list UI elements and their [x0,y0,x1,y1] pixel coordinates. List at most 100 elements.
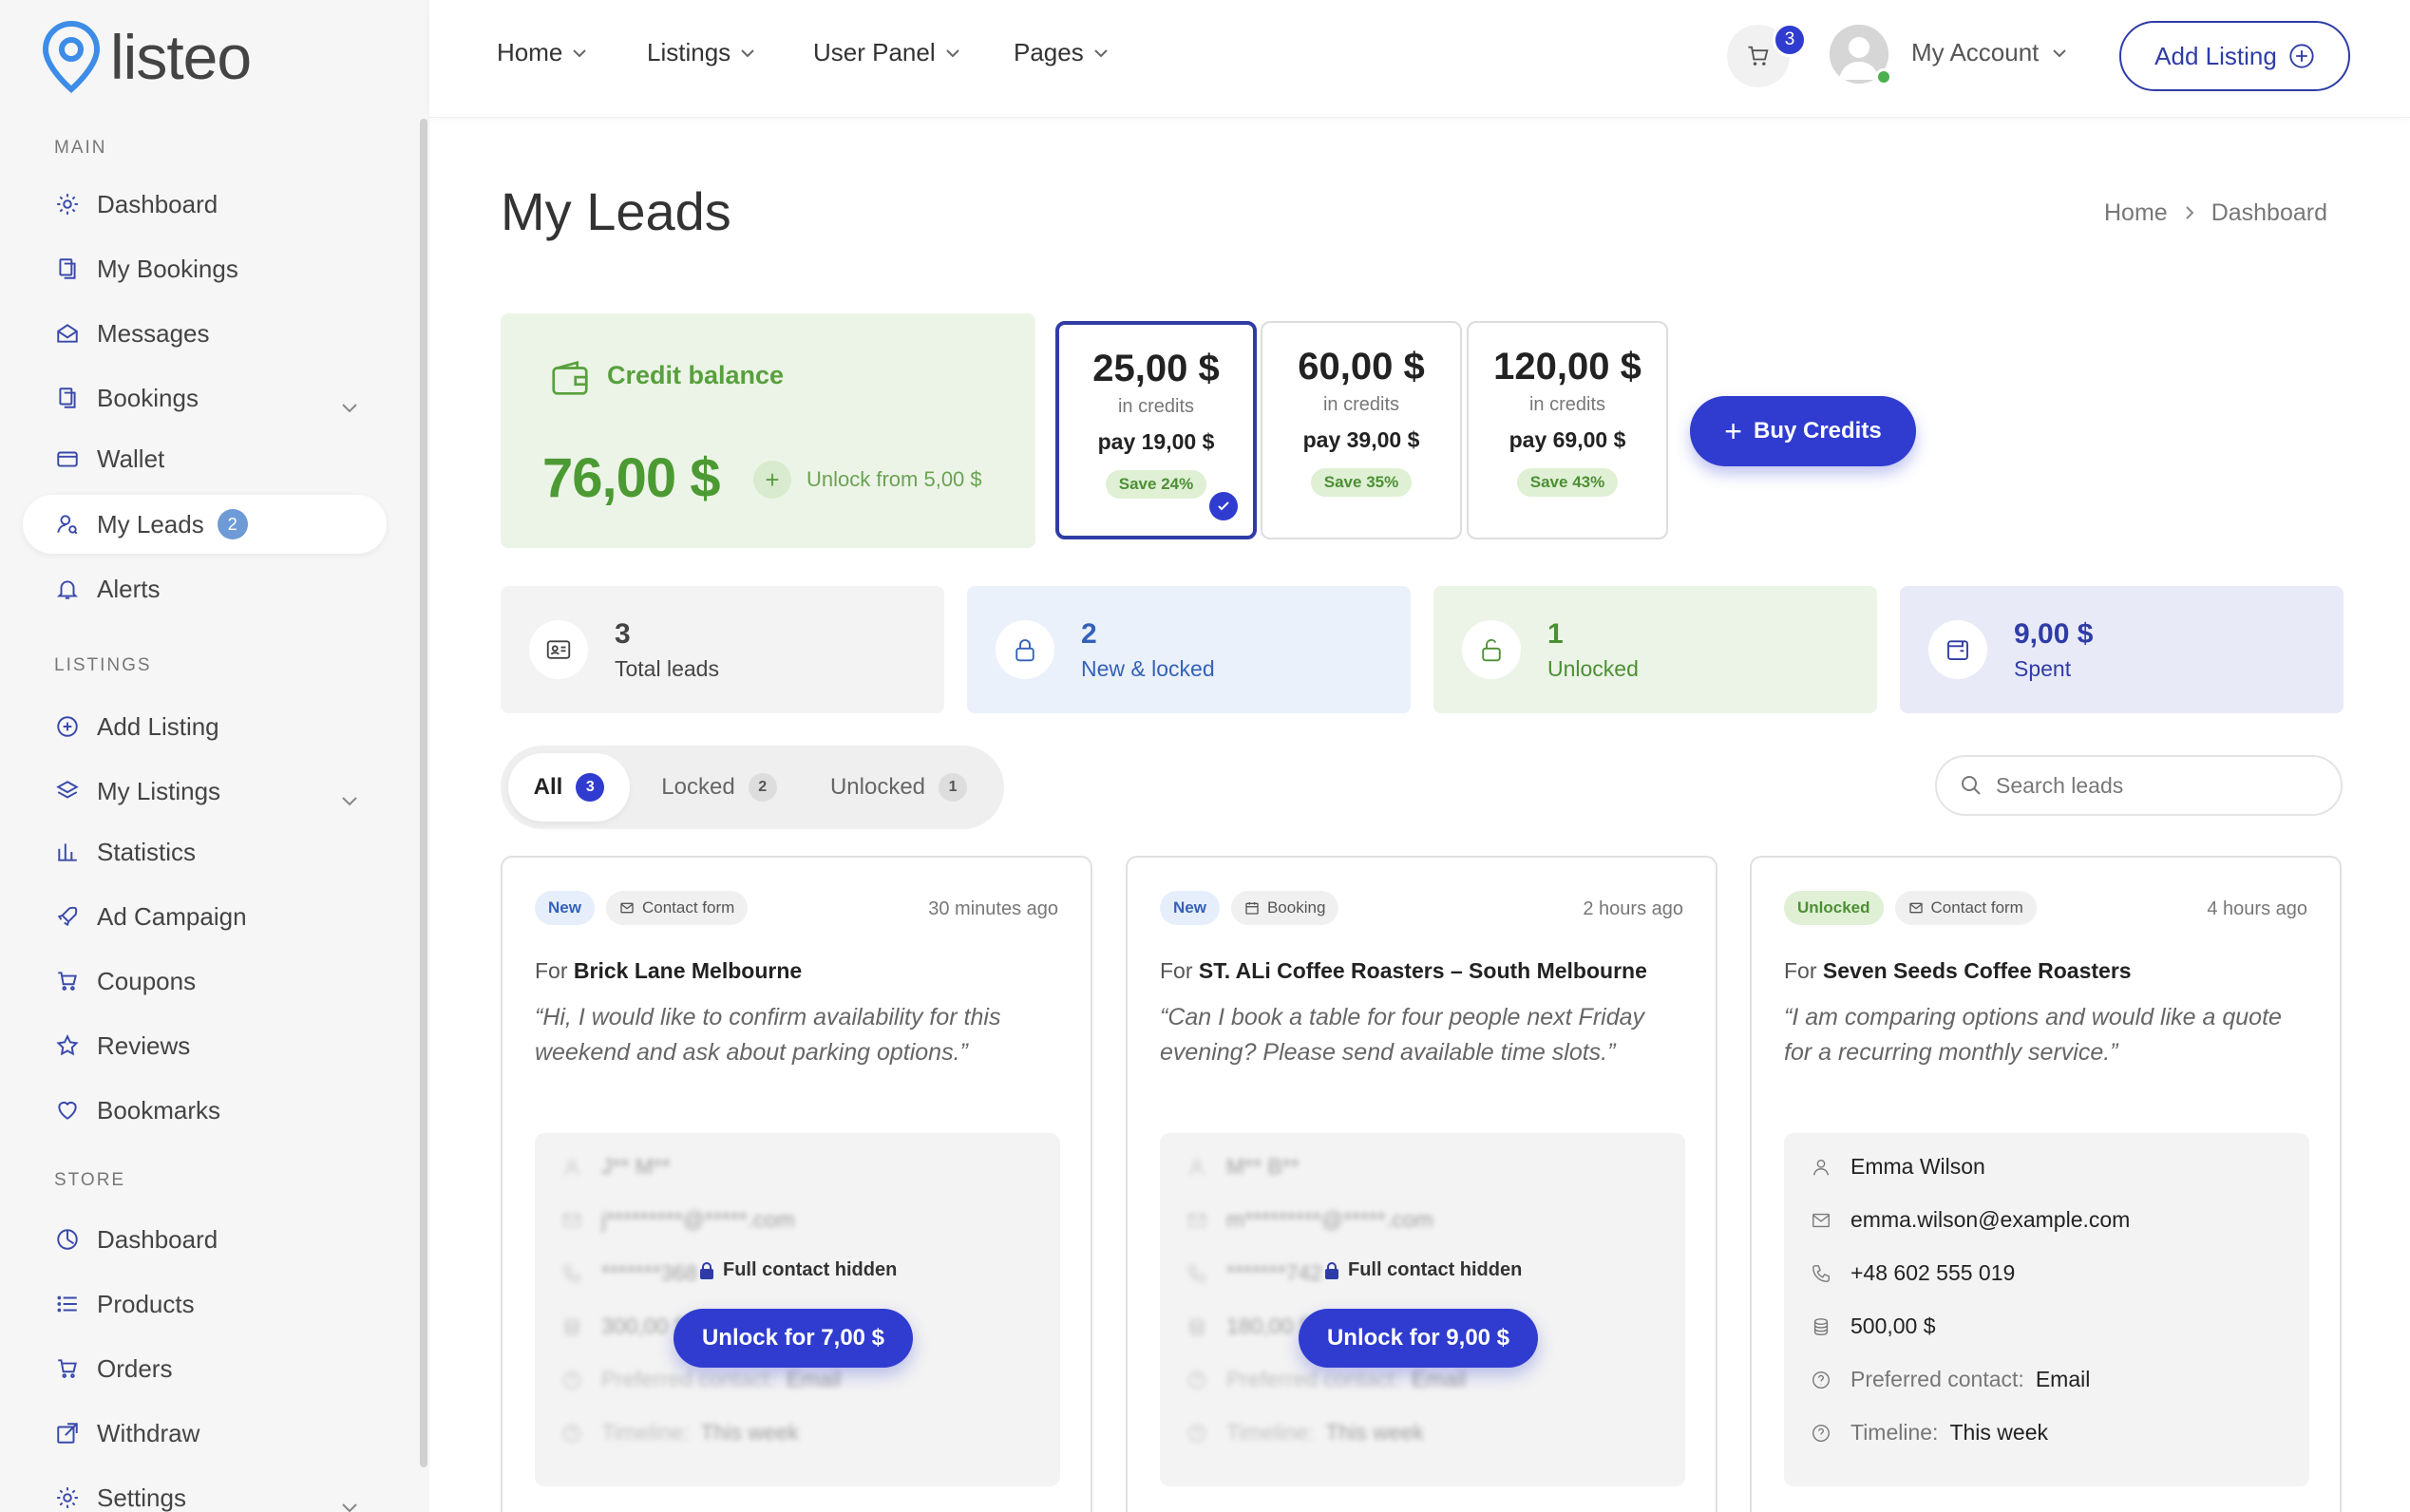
lead-listing-name[interactable]: Brick Lane Melbourne [574,958,802,983]
package-price: pay 39,00 $ [1302,427,1420,452]
sidebar-item-my-listings[interactable]: My Listings [23,762,387,821]
sidebar-item-my-bookings[interactable]: My Bookings [23,239,387,298]
logo[interactable]: listeo [42,19,252,95]
search-leads-input[interactable]: Search leads [1935,755,2343,816]
lead-listing-name[interactable]: ST. ALi Coffee Roasters – South Melbourn… [1199,958,1647,983]
section-store-heading: STORE [54,1170,126,1190]
contact-name[interactable]: Emma Wilson [1811,1154,1985,1180]
package-credits-label: in credits [1528,394,1606,415]
lead-card[interactable]: New Booking 2 hours ago For ST. ALi Coffee … [1126,856,1717,1512]
question-circle-icon [1812,1370,1830,1389]
nav-home[interactable]: Home [497,38,587,67]
sidebar-item-statistics[interactable]: Statistics [23,822,387,881]
chevron-down-icon [342,1503,357,1512]
nav-user-panel[interactable]: User Panel [813,38,960,67]
nav-listings-label: Listings [647,38,731,66]
lock-icon [996,620,1054,679]
sidebar-item-label: Ad Campaign [97,901,247,931]
contact-phone-value: *******742 [1226,1260,1323,1285]
lead-type-badge: Contact form [605,891,749,925]
expand-chevron[interactable] [341,1491,358,1512]
tab-unlocked[interactable]: Unlocked 1 [808,753,989,822]
sidebar-item-bookmarks[interactable]: Bookmarks [23,1081,387,1140]
lead-message: “Hi, I would like to confirm availabilit… [535,1004,1001,1066]
envelope-icon [1188,1213,1205,1227]
lead-listing: For Seven Seeds Coffee Roasters [1784,958,2132,984]
nav-listings[interactable]: Listings [647,38,755,67]
lead-for-prefix: For [1160,958,1193,983]
package-credits-label: in credits [1322,394,1400,415]
sidebar-item-add-listing[interactable]: Add Listing [23,697,387,756]
star-icon [53,1031,82,1060]
sidebar-item-messages[interactable]: Messages [23,304,387,363]
sidebar-item-store-settings[interactable]: Settings [23,1468,387,1512]
sidebar-item-label: Products [97,1289,195,1318]
sidebar-item-store-orders[interactable]: Orders [23,1339,387,1398]
sidebar-item-coupons[interactable]: Coupons [23,952,387,1011]
chevron-down-icon [945,48,959,57]
lead-card[interactable]: Unlocked Contact form 4 hours ago For Seven… [1750,856,2342,1512]
lead-listing-name[interactable]: Seven Seeds Coffee Roasters [1823,958,2132,983]
my-account-menu[interactable]: My Account [1911,38,2067,67]
preferred-contact-label: Preferred contact: [601,1367,775,1391]
credit-package-1[interactable]: 25,00 $ in credits pay 19,00 $ Save 24% [1055,321,1257,539]
phone-icon [1812,1264,1830,1282]
sidebar-item-wallet[interactable]: Wallet [23,429,387,488]
sidebar-item-dashboard[interactable]: Dashboard [23,175,387,234]
package-save-badge: Save 35% [1310,468,1413,497]
sidebar-item-my-leads[interactable]: My Leads 2 [23,495,387,554]
contact-name-value: Emma Wilson [1850,1154,1985,1179]
credit-package-2[interactable]: 60,00 $ in credits pay 39,00 $ Save 35% [1261,321,1462,539]
sidebar-item-bookings[interactable]: Bookings [23,369,387,427]
contact-details-panel: M** B** m*********@*****.com *******742 180… [1160,1133,1685,1486]
buy-credits-button[interactable]: + Buy Credits [1690,396,1916,466]
add-listing-button[interactable]: Add Listing [2119,21,2350,91]
lock-icon [1325,1261,1338,1279]
sidebar-item-label: Withdraw [97,1418,200,1447]
contact-name-value: J** M** [601,1154,671,1179]
contact-name-value: M** B** [1226,1154,1300,1179]
nav-pages-label: Pages [1014,38,1084,66]
credit-package-3[interactable]: 120,00 $ in credits pay 69,00 $ Save 43% [1467,321,1668,539]
section-main-heading: MAIN [54,138,107,158]
phone-icon [563,1264,580,1282]
stat-card-total-leads: 3 Total leads [501,586,944,713]
breadcrumb-home[interactable]: Home [2104,199,2168,227]
expand-chevron[interactable] [341,391,358,421]
sidebar-item-label: Settings [97,1483,186,1512]
bell-icon [53,575,82,603]
nav-pages[interactable]: Pages [1014,38,1109,67]
chevron-down-icon [342,797,357,806]
sidebar-item-store-products[interactable]: Products [23,1275,387,1333]
contact-email[interactable]: emma.wilson@example.com [1811,1207,2130,1233]
stat-card-spent: 9,00 $ Spent [1900,586,2344,713]
contact-phone[interactable]: +48 602 555 019 [1811,1260,2015,1286]
tab-all[interactable]: All 3 [508,753,630,822]
contact-details-panel: J** M** j*********@*****.com *******368 300… [535,1133,1060,1486]
sidebar-item-ad-campaign[interactable]: Ad Campaign [23,887,387,946]
sidebar-item-label: Bookmarks [97,1095,221,1125]
unlock-lead-button[interactable]: Unlock for 9,00 $ [1299,1309,1538,1368]
expand-chevron[interactable] [341,784,358,814]
tab-locked-label: Locked [661,774,735,800]
contact-timeline: Timeline: This week [1811,1420,2048,1446]
sidebar-item-store-withdraw[interactable]: Withdraw [23,1404,387,1463]
contact-budget[interactable]: 500,00 $ [1811,1314,1936,1339]
contact-hidden-note: Full contact hidden [1323,1259,1522,1281]
envelope-icon [1908,902,1923,914]
sidebar-item-label: Dashboard [97,1224,218,1254]
copy-icon [53,255,82,283]
sidebar-item-store-dashboard[interactable]: Dashboard [23,1210,387,1269]
tab-all-label: All [533,774,563,800]
stat-label: New & locked [1081,655,1215,681]
lead-card[interactable]: New Contact form 30 minutes ago For Brick L… [501,856,1092,1512]
preferred-contact-value: Email [786,1367,842,1391]
tab-locked[interactable]: Locked 2 [639,753,799,822]
sidebar-item-reviews[interactable]: Reviews [23,1016,387,1075]
chevron-down-icon [2053,48,2067,57]
unlock-lead-button[interactable]: Unlock for 7,00 $ [674,1309,913,1368]
sidebar-item-alerts[interactable]: Alerts [23,559,387,618]
unlock-icon [1462,620,1521,679]
sidebar-scrollbar[interactable] [420,119,427,1467]
contact-email: m*********@*****.com [1186,1207,1433,1233]
